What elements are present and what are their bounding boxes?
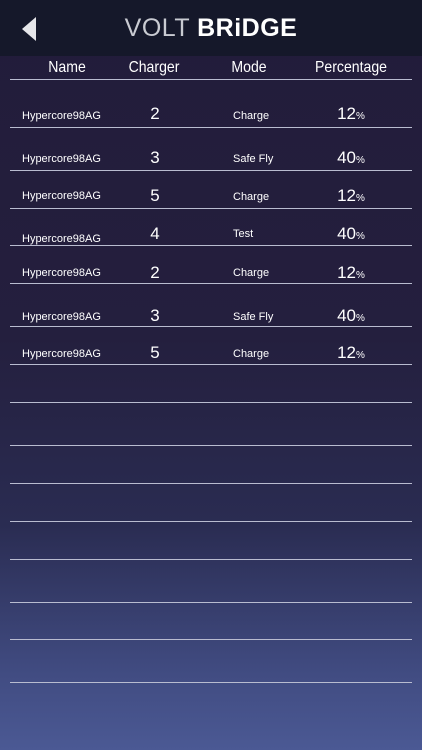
row-charger: 5	[150, 186, 160, 205]
row-divider	[10, 364, 412, 365]
table-row[interactable]: Hypercore98AG 2 Charge 12%	[0, 263, 422, 293]
table-row[interactable]: Hypercore98AG 3 Safe Fly 40%	[0, 148, 422, 178]
row-charger: 4	[150, 224, 160, 243]
row-percentage-unit: %	[356, 313, 365, 324]
empty-row-divider	[10, 483, 412, 484]
header-percentage: Percentage	[314, 59, 388, 76]
row-charger: 2	[150, 263, 160, 282]
table-row[interactable]: Hypercore98AG 5 Charge 12%	[0, 343, 422, 373]
table-row[interactable]: Hypercore98AG 3 Safe Fly 40%	[0, 306, 422, 336]
row-charger: 3	[150, 148, 160, 167]
empty-row-divider	[10, 602, 412, 603]
row-name: Hypercore98AG	[22, 348, 101, 360]
row-mode: Charge	[233, 110, 270, 122]
row-percentage-unit: %	[356, 270, 365, 281]
app-logo: VOLT BRiDGE	[0, 12, 422, 44]
row-mode: Safe Fly	[233, 153, 274, 165]
row-percentage-value: 40	[337, 306, 356, 325]
row-mode: Safe Fly	[233, 311, 274, 323]
row-percentage-value: 12	[337, 104, 356, 123]
empty-row-divider	[10, 682, 412, 683]
row-percentage: 12%	[328, 186, 374, 206]
row-percentage-value: 12	[337, 343, 356, 362]
row-percentage: 40%	[328, 148, 374, 168]
empty-row-divider	[10, 445, 412, 446]
row-mode: Charge	[233, 191, 270, 203]
empty-row-divider	[10, 521, 412, 522]
top-nav-bar: VOLT BRiDGE	[0, 0, 422, 56]
row-percentage-unit: %	[356, 350, 365, 361]
row-name: Hypercore98AG	[22, 311, 101, 323]
header-charger: Charger	[128, 59, 180, 76]
row-percentage: 12%	[328, 343, 374, 363]
row-charger: 3	[150, 306, 160, 325]
row-name: Hypercore98AG	[22, 110, 101, 122]
empty-row-divider	[10, 402, 412, 403]
header-mode: Mode	[231, 59, 267, 76]
row-percentage: 12%	[328, 263, 374, 283]
table-row[interactable]: Hypercore98AG 4 Test 40%	[0, 224, 422, 254]
empty-row-divider	[10, 639, 412, 640]
row-divider	[10, 245, 412, 246]
header-divider	[10, 79, 412, 80]
table-row[interactable]: Hypercore98AG 2 Charge 12%	[0, 104, 422, 134]
row-percentage: 40%	[328, 224, 374, 244]
row-charger: 2	[150, 104, 160, 123]
row-mode: Charge	[233, 348, 270, 360]
table-row[interactable]: Hypercore98AG 5 Charge 12%	[0, 186, 422, 216]
logo-word-bridge: BRiDGE	[197, 14, 298, 42]
logo-word-volt: VOLT	[124, 14, 190, 42]
row-percentage-value: 12	[337, 263, 356, 282]
row-name: Hypercore98AG	[22, 233, 101, 245]
row-percentage-unit: %	[356, 111, 365, 122]
row-mode: Charge	[233, 267, 270, 279]
row-name: Hypercore98AG	[22, 153, 101, 165]
row-mode: Test	[233, 228, 254, 240]
row-percentage-value: 40	[337, 148, 356, 167]
row-charger: 5	[150, 343, 160, 362]
row-name: Hypercore98AG	[22, 267, 101, 279]
header-name: Name	[48, 59, 86, 76]
row-percentage-value: 12	[337, 186, 356, 205]
row-divider	[10, 127, 412, 128]
row-name: Hypercore98AG	[22, 190, 101, 202]
row-divider	[10, 326, 412, 327]
row-divider	[10, 170, 412, 171]
row-percentage-unit: %	[356, 231, 365, 242]
row-divider	[10, 208, 412, 209]
row-percentage: 40%	[328, 306, 374, 326]
row-percentage: 12%	[328, 104, 374, 124]
row-percentage-unit: %	[356, 193, 365, 204]
empty-row-divider	[10, 559, 412, 560]
row-percentage-value: 40	[337, 224, 356, 243]
row-divider	[10, 283, 412, 284]
row-percentage-unit: %	[356, 155, 365, 166]
